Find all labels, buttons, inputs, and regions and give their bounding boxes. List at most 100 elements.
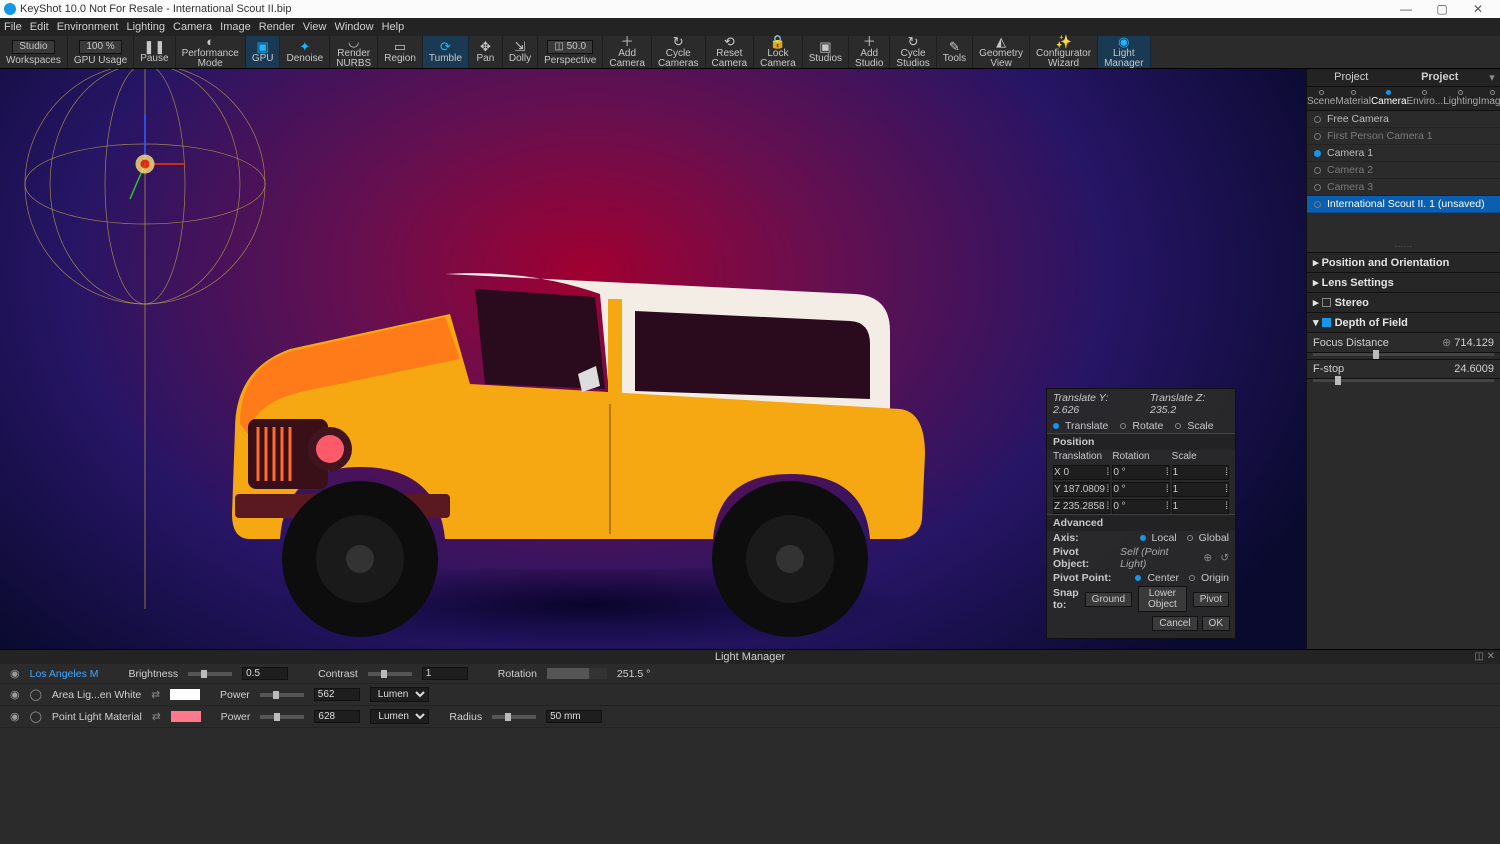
mode-translate[interactable]: Translate xyxy=(1065,420,1108,432)
rot-x[interactable]: 0 °⁞ xyxy=(1112,465,1169,480)
gpu-button[interactable]: ▣GPU xyxy=(246,36,281,68)
panel-controls[interactable]: ◫ ✕ xyxy=(1474,651,1495,662)
contrast-value[interactable] xyxy=(422,667,468,680)
region-button[interactable]: ▭Region xyxy=(378,36,423,68)
snap-pivot[interactable]: Pivot xyxy=(1193,592,1229,607)
axis-global[interactable]: Global xyxy=(1199,532,1229,544)
cycle-studios-button[interactable]: ↻Cycle Studios xyxy=(890,36,936,68)
menu-file[interactable]: File xyxy=(4,21,22,33)
add-studio-button[interactable]: ＋Add Studio xyxy=(849,36,890,68)
power-slider[interactable] xyxy=(260,693,304,697)
focal-length-field[interactable]: ◫ 50.0 Perspective xyxy=(538,36,603,68)
tab-material[interactable]: Material xyxy=(1335,87,1371,110)
pivot-object-value[interactable]: Self (Point Light) xyxy=(1120,546,1193,570)
visibility-toggle[interactable]: ◉ xyxy=(10,688,20,701)
swap-icon[interactable]: ⇄ xyxy=(151,689,160,701)
menu-window[interactable]: Window xyxy=(334,21,373,33)
mode-scale[interactable]: Scale xyxy=(1187,420,1213,432)
menu-edit[interactable]: Edit xyxy=(30,21,49,33)
move-tool-panel[interactable]: Translate Y: 2.626Translate Z: 235.2 Tra… xyxy=(1046,388,1236,639)
rotation-value[interactable]: 251.5 ° xyxy=(617,668,650,680)
dolly-button[interactable]: ⇲Dolly xyxy=(503,36,538,68)
tools-button[interactable]: ✎Tools xyxy=(937,36,973,68)
close-button[interactable]: ✕ xyxy=(1460,2,1496,16)
section-position-orientation[interactable]: ▸ Position and Orientation xyxy=(1307,252,1500,272)
tumble-button[interactable]: ⟳Tumble xyxy=(423,36,469,68)
studios-button[interactable]: ▣Studios xyxy=(803,36,849,68)
gpu-usage-button[interactable]: 100 % GPU Usage xyxy=(68,36,134,68)
menu-lighting[interactable]: Lighting xyxy=(126,21,165,33)
ok-button[interactable]: OK xyxy=(1202,616,1230,631)
pos-y[interactable]: Y 187.0809⁞ xyxy=(1053,482,1110,497)
performance-mode-button[interactable]: ◐Performance Mode xyxy=(176,36,246,68)
color-swatch[interactable] xyxy=(171,711,201,722)
pan-button[interactable]: ✥Pan xyxy=(469,36,503,68)
rot-y[interactable]: 0 °⁞ xyxy=(1112,482,1169,497)
render-viewport[interactable]: Translate Y: 2.626Translate Z: 235.2 Tra… xyxy=(0,69,1306,649)
menu-render[interactable]: Render xyxy=(259,21,295,33)
camera-item[interactable]: Camera 1 xyxy=(1307,145,1500,162)
env-name[interactable]: Los Angeles M xyxy=(30,668,99,680)
menu-image[interactable]: Image xyxy=(220,21,251,33)
render-nurbs-button[interactable]: ◡Render NURBS xyxy=(330,36,378,68)
tab-image[interactable]: Image xyxy=(1478,87,1500,110)
reset-camera-button[interactable]: ⟲Reset Camera xyxy=(706,36,755,68)
unit-select[interactable]: Lumen xyxy=(370,709,429,724)
minimize-button[interactable]: — xyxy=(1388,2,1424,16)
tab-lighting[interactable]: Lighting xyxy=(1443,87,1478,110)
project-tab-right[interactable]: Project xyxy=(1396,69,1485,86)
brightness-value[interactable] xyxy=(242,667,288,680)
camera-item[interactable]: Free Camera xyxy=(1307,111,1500,128)
light-manager-button[interactable]: ◉Light Manager xyxy=(1098,36,1150,68)
configurator-wizard-button[interactable]: ✨Configurator Wizard xyxy=(1030,36,1098,68)
focus-distance-value[interactable]: 714.129 xyxy=(1454,337,1494,349)
mode-rotate[interactable]: Rotate xyxy=(1132,420,1163,432)
cycle-cameras-button[interactable]: ↻Cycle Cameras xyxy=(652,36,706,68)
tab-camera[interactable]: Camera xyxy=(1371,87,1407,110)
power-value[interactable] xyxy=(314,688,360,701)
scl-x[interactable]: 1⁞ xyxy=(1172,465,1229,480)
swap-icon[interactable]: ⇄ xyxy=(152,711,161,723)
workspaces-dropdown[interactable]: Studio Workspaces xyxy=(0,36,68,68)
radius-value[interactable] xyxy=(546,710,602,723)
rotation-slider[interactable] xyxy=(547,668,607,679)
pivot-origin[interactable]: Origin xyxy=(1201,572,1229,584)
scl-y[interactable]: 1⁞ xyxy=(1172,482,1229,497)
section-stereo[interactable]: ▸ Stereo xyxy=(1307,292,1500,312)
panel-menu-icon[interactable]: ▾ xyxy=(1484,69,1500,86)
denoise-button[interactable]: ✦Denoise xyxy=(280,36,330,68)
power-slider[interactable] xyxy=(260,715,304,719)
pick-focus-icon[interactable]: ⊕ xyxy=(1442,337,1451,349)
target-icon[interactable]: ⊕ xyxy=(1203,552,1212,564)
fstop-value[interactable]: 24.6009 xyxy=(1454,363,1494,375)
pause-button[interactable]: ❚❚Pause xyxy=(134,36,175,68)
lock-camera-button[interactable]: 🔒Lock Camera xyxy=(754,36,803,68)
visibility-toggle[interactable]: ◉ xyxy=(10,667,20,680)
camera-item[interactable]: Camera 3 xyxy=(1307,179,1500,196)
snap-ground[interactable]: Ground xyxy=(1085,592,1132,607)
light-name[interactable]: Point Light Material xyxy=(52,711,142,723)
drag-handle[interactable]: ⋯⋯ xyxy=(1307,241,1500,252)
snap-lower-object[interactable]: Lower Object xyxy=(1138,586,1187,612)
cancel-button[interactable]: Cancel xyxy=(1152,616,1197,631)
rot-z[interactable]: 0 °⁞ xyxy=(1112,499,1169,514)
axis-local[interactable]: Local xyxy=(1152,532,1177,544)
light-name[interactable]: Area Lig...en White xyxy=(52,689,141,701)
menu-help[interactable]: Help xyxy=(382,21,405,33)
section-depth-of-field[interactable]: ▾ Depth of Field xyxy=(1307,312,1500,332)
solo-toggle[interactable]: ◯ xyxy=(30,710,42,723)
camera-item-selected[interactable]: International Scout II. 1 (unsaved) xyxy=(1307,196,1500,213)
brightness-slider[interactable] xyxy=(188,672,232,676)
tab-environment[interactable]: Enviro... xyxy=(1407,87,1444,110)
add-camera-button[interactable]: ＋Add Camera xyxy=(603,36,652,68)
maximize-button[interactable]: ▢ xyxy=(1424,2,1460,16)
contrast-slider[interactable] xyxy=(368,672,412,676)
radius-slider[interactable] xyxy=(492,715,536,719)
camera-item[interactable]: First Person Camera 1 xyxy=(1307,128,1500,145)
reset-icon[interactable]: ↺ xyxy=(1220,552,1229,564)
tab-scene[interactable]: Scene xyxy=(1307,87,1335,110)
pivot-center[interactable]: Center xyxy=(1147,572,1179,584)
menu-view[interactable]: View xyxy=(303,21,327,33)
unit-select[interactable]: Lumen xyxy=(370,687,429,702)
visibility-toggle[interactable]: ◉ xyxy=(10,710,20,723)
